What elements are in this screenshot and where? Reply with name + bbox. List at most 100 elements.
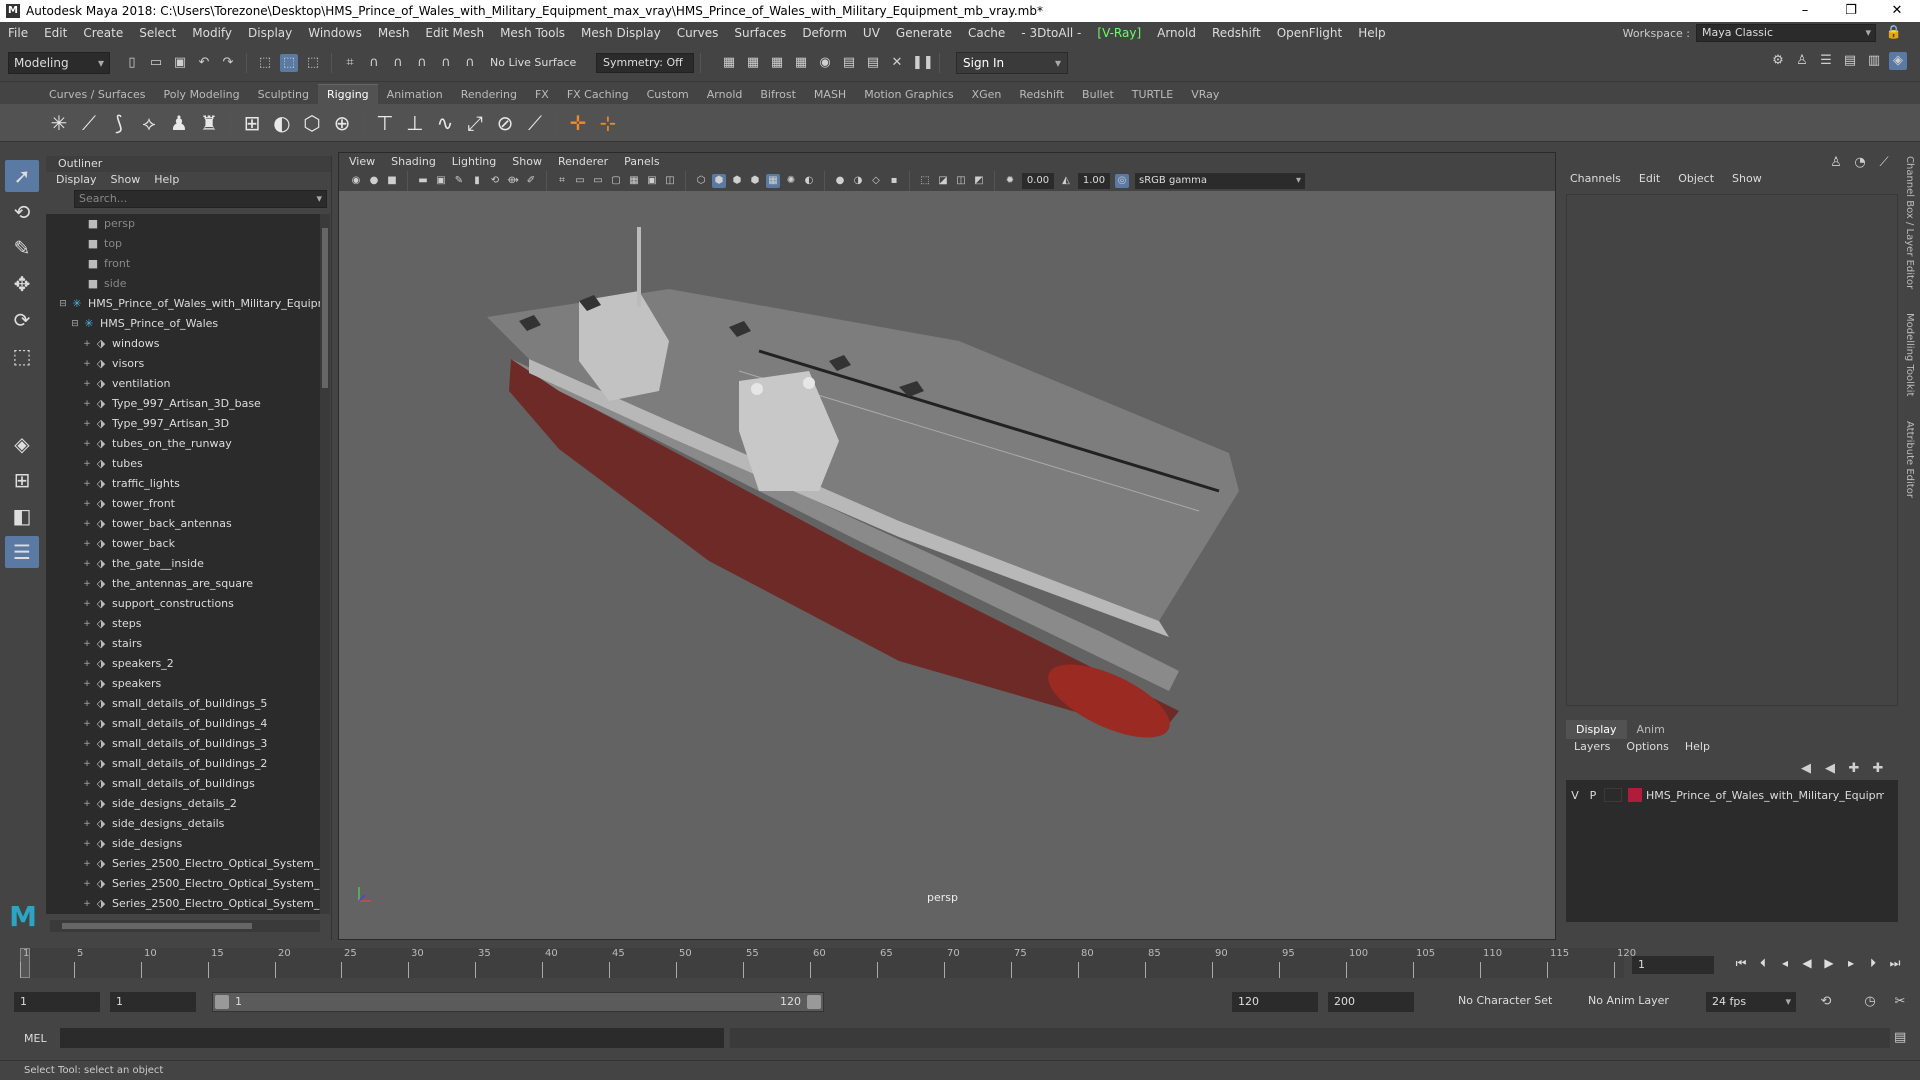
list-item[interactable]: + ⬗ small_details_of_buildings_3 bbox=[46, 734, 320, 754]
shelf-tab-arnold[interactable]: Arnold bbox=[698, 85, 752, 104]
list-item[interactable]: ■ side bbox=[46, 274, 320, 294]
workspace-dropdown[interactable]: Maya Classic bbox=[1696, 24, 1876, 42]
outliner-vertical-scrollbar[interactable] bbox=[320, 214, 330, 914]
grid-icon[interactable]: ⌗ bbox=[555, 174, 569, 188]
expand-icon[interactable]: + bbox=[82, 454, 92, 474]
dolly-icon[interactable]: ⟴ bbox=[506, 174, 520, 188]
lattice-icon[interactable]: ⬡ bbox=[299, 110, 325, 136]
side-tab-modelling-toolkit[interactable]: Modelling Toolkit bbox=[1904, 313, 1915, 396]
collapse-icon[interactable]: ⊟ bbox=[58, 294, 68, 314]
step-forward-frame-icon[interactable]: ⏵ bbox=[1862, 956, 1884, 971]
layer-color-swatch[interactable] bbox=[1628, 788, 1642, 802]
shadows-icon[interactable]: ◐ bbox=[802, 174, 816, 188]
layer-editor-icon[interactable]: ◈ bbox=[1889, 52, 1907, 70]
orient-constraint-icon[interactable]: ∿ bbox=[432, 110, 458, 136]
ik-handle-icon[interactable]: ⟋ bbox=[76, 110, 102, 136]
list-item[interactable]: + ⬗ stairs bbox=[46, 634, 320, 654]
command-input[interactable] bbox=[60, 1028, 724, 1048]
attribute-editor-toggle-icon[interactable]: ◔ bbox=[1851, 154, 1869, 172]
character-set-dropdown[interactable]: No Character Set bbox=[1458, 994, 1552, 1007]
channel-box-menu-channels[interactable]: Channels bbox=[1570, 172, 1621, 185]
menu-set-dropdown[interactable]: Modeling bbox=[8, 51, 110, 74]
menu-deform[interactable]: Deform bbox=[794, 26, 855, 40]
paint-weights-icon[interactable]: ◐ bbox=[269, 110, 295, 136]
auto-key-icon[interactable]: ◷ bbox=[1861, 993, 1879, 1011]
list-item[interactable]: + ⬗ side_designs_details_2 bbox=[46, 794, 320, 814]
expand-icon[interactable]: + bbox=[82, 654, 92, 674]
current-frame-field[interactable]: 1 bbox=[1632, 956, 1714, 974]
list-item[interactable]: + ⬗ steps bbox=[46, 614, 320, 634]
list-item[interactable]: + ⬗ small_details_of_buildings_5 bbox=[46, 694, 320, 714]
list-item[interactable]: + ⬗ windows bbox=[46, 334, 320, 354]
script-language-label[interactable]: MEL bbox=[24, 1032, 47, 1045]
expand-icon[interactable]: + bbox=[82, 754, 92, 774]
side-tab-attribute-editor[interactable]: Attribute Editor bbox=[1904, 421, 1915, 498]
expand-icon[interactable]: + bbox=[82, 554, 92, 574]
move-layer-down-icon[interactable]: ◀ bbox=[1821, 760, 1839, 778]
depth-of-field-icon[interactable]: ▪ bbox=[887, 174, 901, 188]
menu-display[interactable]: Display bbox=[240, 26, 300, 40]
shelf-tab-animation[interactable]: Animation bbox=[378, 85, 452, 104]
playback-start-field[interactable]: 1 bbox=[110, 992, 196, 1012]
expand-icon[interactable]: + bbox=[82, 694, 92, 714]
textured-icon[interactable]: ▦ bbox=[766, 174, 780, 188]
list-item[interactable]: + ⬗ support_constructions bbox=[46, 594, 320, 614]
new-scene-icon[interactable]: ▯ bbox=[123, 54, 141, 72]
shelf-tab-redshift[interactable]: Redshift bbox=[1010, 85, 1073, 104]
go-to-end-icon[interactable]: ⏭ bbox=[1884, 956, 1906, 971]
isolate-select-icon[interactable]: ⬚ bbox=[918, 174, 932, 188]
snap-point-icon[interactable]: ∩ bbox=[389, 54, 407, 72]
safe-title-icon[interactable]: ◫ bbox=[663, 174, 677, 188]
tool-settings-toggle-icon[interactable]: ⟋ bbox=[1875, 154, 1893, 172]
shelf-tab-custom[interactable]: Custom bbox=[638, 85, 698, 104]
outliner-menu-show[interactable]: Show bbox=[111, 172, 141, 188]
viewport-menu-panels[interactable]: Panels bbox=[624, 153, 659, 171]
viewport-menu-show[interactable]: Show bbox=[512, 153, 542, 171]
select-tool-icon[interactable]: ➚ bbox=[5, 160, 39, 192]
menu-create[interactable]: Create bbox=[75, 26, 131, 40]
scrollbar-thumb[interactable] bbox=[322, 228, 328, 388]
list-item[interactable]: + ⬗ Series_2500_Electro_Optical_System_3 bbox=[46, 854, 320, 874]
range-slider-bar[interactable]: 1 120 bbox=[212, 992, 824, 1012]
shelf-tab-curves-surfaces[interactable]: Curves / Surfaces bbox=[40, 85, 155, 104]
list-item[interactable]: ⊟ ✳ HMS_Prince_of_Wales bbox=[46, 314, 320, 334]
xray-icon[interactable]: ◪ bbox=[936, 174, 950, 188]
xray-joints-icon[interactable]: ◫ bbox=[954, 174, 968, 188]
viewport-menu-lighting[interactable]: Lighting bbox=[452, 153, 496, 171]
menu-redshift[interactable]: Redshift bbox=[1204, 26, 1269, 40]
smooth-shade-icon[interactable]: ⬢ bbox=[712, 174, 726, 188]
expand-icon[interactable]: + bbox=[82, 634, 92, 654]
cluster-icon[interactable]: ⊕ bbox=[329, 110, 355, 136]
scrollbar-thumb[interactable] bbox=[62, 923, 252, 929]
fps-dropdown[interactable]: 24 fps bbox=[1706, 992, 1796, 1012]
ik-spline-icon[interactable]: ⟆ bbox=[106, 110, 132, 136]
list-item[interactable]: + ⬗ tubes bbox=[46, 454, 320, 474]
expand-icon[interactable]: + bbox=[82, 494, 92, 514]
shelf-tab-xgen[interactable]: XGen bbox=[963, 85, 1011, 104]
select-component-icon[interactable]: ⬚ bbox=[304, 54, 322, 72]
menu-select[interactable]: Select bbox=[131, 26, 184, 40]
list-item[interactable]: + ⬗ small_details_of_buildings_4 bbox=[46, 714, 320, 734]
anim-layer-dropdown[interactable]: No Anim Layer bbox=[1588, 994, 1669, 1007]
list-item[interactable]: + ⬗ side_designs bbox=[46, 834, 320, 854]
list-item[interactable]: + ⬗ speakers_2 bbox=[46, 654, 320, 674]
expand-icon[interactable]: + bbox=[82, 414, 92, 434]
list-item[interactable]: + ⬗ Type_997_Artisan_3D bbox=[46, 414, 320, 434]
hypershade-icon[interactable]: ◉ bbox=[816, 54, 834, 72]
outliner-search-input[interactable]: Search... bbox=[74, 190, 327, 208]
quick-rig-icon[interactable]: ♟ bbox=[166, 110, 192, 136]
live-surface-field[interactable]: No Live Surface bbox=[490, 53, 590, 73]
shelf-tab-bullet[interactable]: Bullet bbox=[1073, 85, 1123, 104]
menu-3dtoall[interactable]: - 3DtoAll - bbox=[1013, 26, 1089, 40]
view-transform-dropdown[interactable]: sRGB gamma bbox=[1135, 173, 1305, 189]
bookmarks-icon[interactable]: ■ bbox=[385, 174, 399, 188]
point-constraint-icon[interactable]: ⊥ bbox=[402, 110, 428, 136]
channel-box-menu-edit[interactable]: Edit bbox=[1639, 172, 1660, 185]
list-item[interactable]: + ⬗ tower_back_antennas bbox=[46, 514, 320, 534]
safe-action-icon[interactable]: ▣ bbox=[645, 174, 659, 188]
joint-tool-icon[interactable]: ✳ bbox=[46, 110, 72, 136]
snap-grid-icon[interactable]: ⌗ bbox=[341, 54, 359, 72]
go-to-start-icon[interactable]: ⏮ bbox=[1730, 956, 1752, 971]
channel-box-toggle-icon[interactable]: ♙ bbox=[1827, 154, 1845, 172]
rotate-tool-icon[interactable]: ⟳ bbox=[5, 304, 39, 336]
